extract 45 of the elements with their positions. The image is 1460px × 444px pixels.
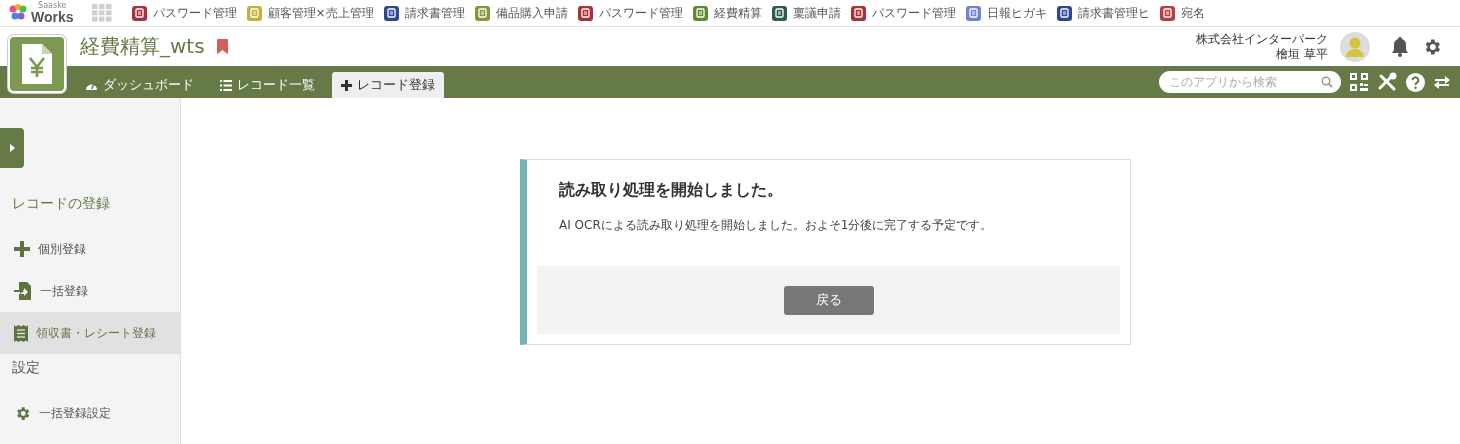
- section-title: レコードの登録: [11, 194, 111, 213]
- app-link[interactable]: 経費精算: [692, 4, 762, 22]
- logo-tagline: Saaske: [38, 2, 67, 10]
- plus-icon: [14, 241, 30, 257]
- app-link[interactable]: パスワード管理: [131, 4, 237, 22]
- sidebar-item[interactable]: 一括登録設定: [0, 392, 180, 434]
- list-icon: [220, 79, 232, 91]
- sidebar-item[interactable]: 領収書・レシート登録: [0, 312, 180, 354]
- bookmark-icon[interactable]: [216, 39, 228, 54]
- notice-title: 読み取り処理を開始しました。: [559, 180, 784, 201]
- caret-icon: [9, 144, 15, 152]
- notice-message: AI OCRによる読み取り処理を開始しました。およそ1分後に完了する予定です。: [559, 217, 994, 234]
- logo-text: Works: [31, 10, 74, 24]
- app-link[interactable]: パスワード管理: [850, 4, 956, 22]
- app-link[interactable]: 顧客管理×売上管理: [246, 4, 374, 22]
- file-import-icon: [14, 282, 32, 300]
- help-icon[interactable]: [1406, 72, 1425, 92]
- tools-icon[interactable]: [1377, 72, 1397, 92]
- search-icon: [1321, 76, 1333, 88]
- back-button[interactable]: 戻る: [783, 285, 874, 315]
- sidebar-item[interactable]: 個別登録: [0, 228, 180, 270]
- qr-code-icon[interactable]: [1350, 73, 1368, 91]
- logo-icon: [8, 4, 28, 22]
- yen-document-icon: [22, 44, 52, 84]
- section-title: 設定: [11, 358, 41, 377]
- app-title: 経費精算_wts: [80, 33, 205, 60]
- app-link[interactable]: 備品購入申請: [474, 4, 568, 22]
- search-field[interactable]: このアプリから検索: [1159, 71, 1341, 93]
- app-link[interactable]: 稟議申請: [771, 4, 841, 22]
- user-name: 檜垣 草平: [1276, 46, 1328, 62]
- app-link[interactable]: パスワード管理: [577, 4, 683, 22]
- app-link[interactable]: 日報ヒガキ: [965, 4, 1047, 22]
- company-name: 株式会社インターパーク: [1196, 31, 1328, 47]
- gear-icon: [14, 404, 31, 422]
- sidebar-item[interactable]: 一括登録: [0, 270, 180, 312]
- nav-tab[interactable]: ダッシュボード: [76, 72, 203, 98]
- sidebar-toggle[interactable]: [0, 128, 24, 168]
- app-link[interactable]: 請求書管理ヒ: [1056, 4, 1150, 22]
- bell-icon[interactable]: [1390, 36, 1410, 57]
- plus-icon: [341, 79, 352, 91]
- app-link[interactable]: 宛名: [1159, 4, 1205, 22]
- receipt-icon: [14, 324, 28, 342]
- nav-tab[interactable]: レコード一覧: [211, 72, 324, 98]
- app-link[interactable]: 請求書管理: [383, 4, 465, 22]
- nav-tab[interactable]: レコード登録: [332, 72, 444, 98]
